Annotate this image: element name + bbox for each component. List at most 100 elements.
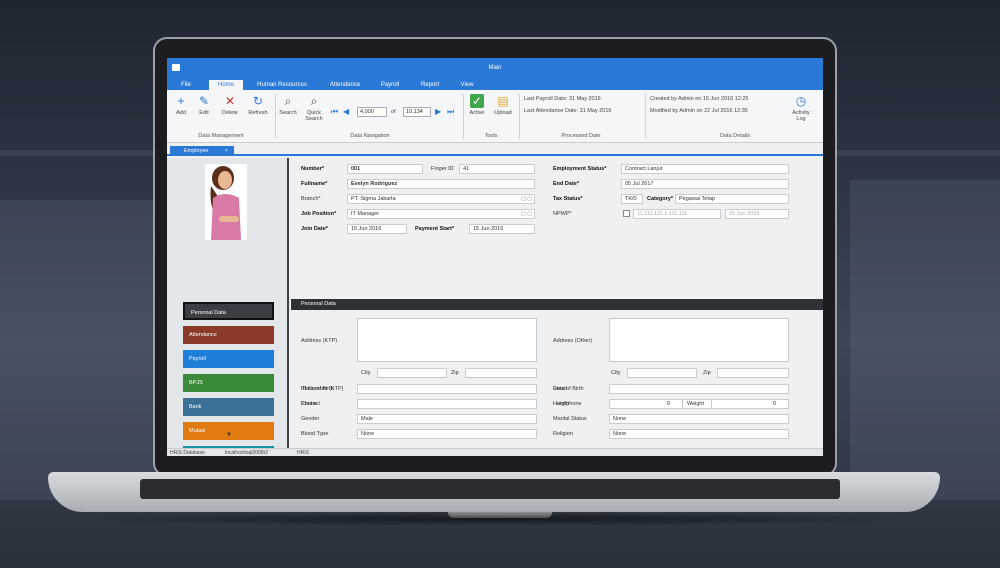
last-attendance-date: Last Attendance Date: 31 May 2016 [524,108,612,114]
last-record-icon[interactable]: ⏭ [447,107,454,117]
number-label: Number* [301,166,324,172]
number-field[interactable]: 001 [347,164,423,174]
tab-employee[interactable]: Employee × [170,146,234,156]
nav-bank-button[interactable]: Bank [183,398,274,416]
search-label: Search [279,110,297,116]
tab-attendance[interactable]: Attendance [323,80,367,90]
tab-employee-label: Employee [184,148,209,154]
edit-button[interactable]: ✎ Edit [195,94,213,116]
marital-status-field[interactable]: None [609,414,789,424]
tab-payroll[interactable]: Payroll [375,80,405,90]
ribbon-separator [645,94,646,139]
tab-home[interactable]: Home [209,80,243,90]
city-field[interactable] [377,368,447,378]
nav-personal-data-button[interactable]: Personal Data [183,302,274,320]
dropdown-button-icon[interactable]: ▢ ▢ [521,195,532,203]
address-other-field[interactable] [609,318,789,362]
ribbon: + Add ✎ Edit ✕ Delete ↻ Refresh Data Man… [167,90,823,143]
laptop-shadow [48,512,940,526]
pencil-icon: ✎ [198,94,210,108]
npwp-label: NPWP* [553,211,572,217]
clock-history-icon: ◷ [795,94,807,108]
created-info: Created by Admin on 15 Jun 2016 12:25 [650,96,749,102]
window-title: Main [488,65,502,71]
delete-button[interactable]: ✕ Delete [219,94,241,116]
active-label: Active [469,110,485,116]
branch-field[interactable]: PT. Sigma Jakarta ▢ ▢ [347,194,535,204]
end-date-field[interactable]: 05 Jul 2017 [621,179,789,189]
npwp-date-field[interactable]: 15 Jun 2016 [725,209,789,219]
finger-id-field[interactable]: 41 [459,164,535,174]
job-position-value: IT Manager [351,211,380,217]
city-label: City [361,370,371,376]
title-bar: Main [167,58,823,78]
city-other-field[interactable] [627,368,697,378]
add-button[interactable]: + Add [172,94,190,116]
employment-status-field[interactable]: Contract Lanjut [621,164,789,174]
chevron-down-icon[interactable]: ▼ [226,432,232,438]
ribbon-separator [519,94,520,139]
close-icon[interactable]: × [225,146,228,156]
category-field[interactable]: Pegawai Tetap [675,194,789,204]
date-of-birth-field[interactable] [609,384,789,394]
ribbon-separator [275,94,276,139]
upload-button[interactable]: ▤ Upload [491,94,515,116]
active-button[interactable]: ✓ Active [467,94,487,116]
document-tab-strip: Employee × [167,144,823,156]
zip-other-field[interactable] [717,368,789,378]
upload-label: Upload [494,110,512,116]
employment-status-label: Employment Status* [553,166,607,172]
branch-value: PT. Sigma Jakarta [351,196,396,202]
dropdown-button-icon[interactable]: ▢ ▢ [521,210,532,218]
address-ktp-label: Address (KTP) [301,338,338,344]
tab-view[interactable]: View [455,80,479,90]
refresh-button[interactable]: ↻ Refresh [245,94,271,116]
refresh-label: Refresh [248,110,268,116]
plus-icon: + [177,94,185,108]
personal-data-header: Personal Data [291,299,823,310]
height-label: Height [553,401,569,407]
tab-report[interactable]: Report [415,80,445,90]
payment-start-field[interactable]: 15 Jun 2016 [469,224,535,234]
status-database: HRIS Database [170,450,205,456]
place-of-birth-field[interactable] [357,384,537,394]
nav-bpjs-button[interactable]: BPJS [183,374,274,392]
employee-photo [205,164,247,240]
first-record-icon[interactable]: ⏮ [331,107,338,117]
next-record-icon[interactable]: ▶ [435,107,441,116]
job-position-field[interactable]: IT Manager ▢ ▢ [347,209,535,219]
contact-field[interactable] [357,399,537,409]
blood-type-field[interactable]: None [357,429,537,439]
height-field[interactable]: 0 [609,399,683,409]
laptop-keyboard [140,479,840,499]
quick-search-button[interactable]: ⌕ Quick Search [303,94,325,122]
tax-status-field[interactable]: TK/0 [621,194,643,204]
npwp-field[interactable]: 11.111.111.1-111.111 [633,209,721,219]
quick-search-icon: ⌕ [310,94,318,108]
city-other-label: City [611,370,621,376]
zip-other-label: Zip [703,370,711,376]
address-other-label: Address (Other) [553,338,593,344]
fullname-field[interactable]: Evelyn Rodriguez [347,179,535,189]
tab-file[interactable]: File [173,80,199,90]
npwp-checkbox[interactable] [623,210,630,217]
religion-field[interactable]: None [609,429,789,439]
record-number-input[interactable]: 4,000 [357,107,387,117]
nav-payroll-button[interactable]: Payroll [183,350,274,368]
refresh-icon: ↻ [252,94,264,108]
status-app: HRIS [297,450,309,456]
blood-type-label: Blood Type [301,431,329,437]
search-button[interactable]: ⌕ Search [277,94,299,116]
address-ktp-field[interactable] [357,318,537,362]
tax-status-label: Tax Status* [553,196,583,202]
prev-record-icon[interactable]: ◀ [343,107,349,116]
nav-attendance-button[interactable]: Attendance [183,326,274,344]
join-date-field[interactable]: 15 Jun 2016 [347,224,407,234]
zip-field[interactable] [465,368,537,378]
tab-human-resources[interactable]: Human Resources [249,80,315,90]
weight-field[interactable]: 0 [711,399,789,409]
gender-field[interactable]: Male [357,414,537,424]
zip-label: Zip [451,370,459,376]
activity-log-button[interactable]: ◷ Activity Log [787,94,815,122]
status-bar: HRIS Database localhost\sql2008r2 HRIS [167,448,823,456]
